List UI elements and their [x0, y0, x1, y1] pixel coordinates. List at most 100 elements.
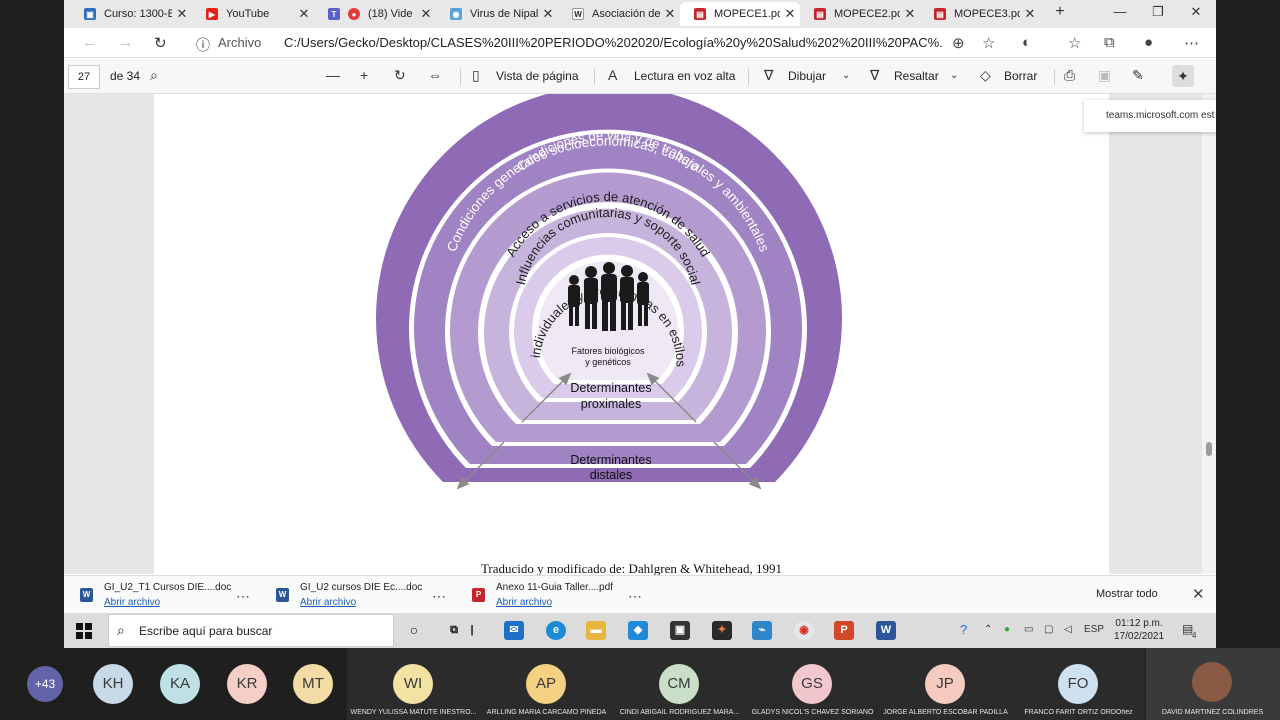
page-view-button[interactable]: Vista de página	[496, 69, 579, 83]
zoom-icon[interactable]: ⊕	[952, 34, 965, 52]
eraser-icon[interactable]: ◇	[980, 67, 991, 84]
volume-icon[interactable]: ◁	[1064, 624, 1072, 635]
window-close-button[interactable]: ✕	[1178, 4, 1214, 20]
site-info-label[interactable]: Archivo	[218, 35, 261, 50]
tab-1[interactable]: ▶ YouTube ✕	[192, 2, 314, 26]
participant-tile[interactable]: MT	[288, 648, 338, 720]
highlight-button[interactable]: Resaltar	[894, 69, 939, 83]
participant-tile[interactable]: WI WENDY YULISSA MATUTE INESTRO...	[347, 648, 480, 720]
task-view-icon[interactable]: ⧉	[444, 621, 464, 640]
download-item[interactable]: P Anexo 11-Guia Taller....pdf Abrir arch…	[472, 580, 662, 610]
edge-icon[interactable]: e	[546, 621, 566, 640]
erase-button[interactable]: Borrar	[1004, 69, 1037, 83]
rotate-icon[interactable]: ↻	[394, 67, 406, 84]
close-icon[interactable]: ✕	[538, 6, 558, 22]
favorites-icon[interactable]: ☆	[1068, 34, 1081, 52]
read-aloud-icon[interactable]: A	[608, 67, 617, 83]
tab-3[interactable]: ◉ Virus de Nipal ✕	[436, 2, 558, 26]
tab-7[interactable]: ▤ MOPECE3.pdf ✕	[920, 2, 1040, 26]
participant-tile[interactable]: CM CINDI ABIGAIL RODRIGUEZ MARA...	[613, 648, 746, 720]
open-file-link[interactable]: Abrir archivo	[104, 597, 160, 608]
scrollbar[interactable]	[1202, 94, 1216, 574]
new-tab-button[interactable]: +	[1042, 3, 1078, 21]
chevron-up-icon[interactable]: ⌃	[984, 624, 992, 635]
menu-icon[interactable]: ⋯	[1184, 34, 1199, 52]
url-input[interactable]: C:/Users/Gecko/Desktop/CLASES%20III%20PE…	[284, 35, 944, 50]
close-icon[interactable]: ✕	[1192, 585, 1205, 603]
tab-5-active[interactable]: ▤ MOPECE1.pdf ✕	[680, 2, 800, 26]
chevron-down-icon[interactable]: ⌄	[842, 70, 850, 81]
close-icon[interactable]: ✕	[780, 6, 800, 22]
scrollbar-thumb[interactable]	[1206, 442, 1212, 456]
network-icon[interactable]: ▢	[1044, 624, 1053, 635]
download-item[interactable]: W GI_U2 cursos DIE Ec....doc Abrir archi…	[276, 580, 466, 610]
clock[interactable]: 01:12 p.m. 17/02/2021	[1114, 617, 1164, 643]
chrome-icon[interactable]: ◉	[794, 621, 814, 640]
fit-page-icon[interactable]: ⇔	[428, 67, 442, 83]
read-aloud-button[interactable]: Lectura en voz alta	[634, 69, 735, 83]
zoom-in-icon[interactable]: +	[360, 67, 368, 83]
collections-icon[interactable]: ⧉	[1104, 34, 1115, 51]
more-icon[interactable]: ⋯	[432, 588, 446, 605]
highlight-icon[interactable]: ∇	[870, 67, 879, 84]
extension-icon[interactable]: ◐	[1022, 34, 1031, 51]
close-icon[interactable]: ✕	[900, 6, 920, 22]
save-as-icon[interactable]: ✎	[1132, 67, 1144, 84]
open-file-link[interactable]: Abrir archivo	[496, 597, 552, 608]
back-icon[interactable]: ←	[82, 34, 97, 51]
close-icon[interactable]: ✕	[660, 6, 680, 22]
zoom-out-icon[interactable]: —	[326, 67, 340, 83]
pdf-viewer[interactable]: Condiciones generales socioeconómicas, c…	[64, 82, 1216, 576]
download-item[interactable]: W GI_U2_T1 Cursos DIE....doc Abrir archi…	[80, 580, 270, 610]
more-icon[interactable]: ⋯	[236, 588, 250, 605]
print-icon[interactable]: ⎙	[1064, 67, 1075, 84]
store-icon[interactable]: ▣	[670, 621, 690, 640]
network-app-icon[interactable]: ⌁	[752, 621, 772, 640]
page-view-icon[interactable]: ▯	[472, 67, 480, 84]
participant-tile[interactable]: KR	[222, 648, 272, 720]
save-icon[interactable]: ▣	[1098, 67, 1111, 84]
windows-start-icon[interactable]	[76, 623, 92, 639]
tab-4[interactable]: W Asociación de ✕	[558, 2, 680, 26]
close-icon[interactable]: ✕	[172, 6, 192, 22]
close-icon[interactable]: ✕	[294, 6, 314, 22]
dropbox-icon[interactable]: ◆	[628, 621, 648, 640]
participant-tile[interactable]: JP JORGE ALBERTO ESCOBAR PADILLA	[879, 648, 1012, 720]
participant-tile[interactable]: GS GLADYS NICOL'S CHAVEZ SORIANO	[746, 648, 879, 720]
app-icon[interactable]: ✦	[712, 621, 732, 640]
tab-2[interactable]: T ● (18) Vide ✕	[314, 2, 436, 26]
info-icon[interactable]: ⓘ	[196, 35, 210, 55]
word-icon[interactable]: W	[876, 621, 896, 640]
language-indicator[interactable]: ESP	[1084, 624, 1104, 635]
tab-0[interactable]: ▣ Curso: 1300-E ✕	[70, 2, 192, 26]
more-icon[interactable]: ⋯	[628, 588, 642, 605]
draw-icon[interactable]: ∇	[764, 67, 773, 84]
maximize-button[interactable]: ❐	[1140, 4, 1176, 20]
taskbar-search-input[interactable]: ⌕ Escribe aquí para buscar	[108, 614, 394, 647]
participant-tile-self[interactable]: DAVID MARTINEZ COLINDRES	[1146, 648, 1280, 720]
reload-icon[interactable]: ↻	[154, 34, 167, 52]
mail-icon[interactable]: ✉	[504, 621, 524, 640]
close-icon[interactable]: ✕	[416, 6, 436, 22]
participant-tile[interactable]: KH	[88, 648, 138, 720]
file-explorer-icon[interactable]: ▬	[586, 621, 606, 640]
participant-tile[interactable]: AP ARLLING MARIA CARCAMO PINEDA	[480, 648, 613, 720]
cortana-icon[interactable]: ○	[404, 621, 424, 640]
help-icon[interactable]: ?	[960, 622, 967, 637]
search-icon[interactable]: ⌕	[150, 67, 158, 84]
powerpoint-icon[interactable]: P	[834, 621, 854, 640]
participant-overflow[interactable]: +43	[0, 648, 80, 720]
profile-icon[interactable]: ●	[1144, 34, 1153, 51]
pin-icon[interactable]: ✦	[1172, 65, 1194, 87]
tray-app-icon[interactable]: ●	[1004, 624, 1010, 635]
forward-icon[interactable]: →	[118, 34, 133, 51]
open-file-link[interactable]: Abrir archivo	[300, 597, 356, 608]
battery-icon[interactable]: ▭	[1024, 624, 1033, 635]
minimize-button[interactable]: —	[1102, 4, 1138, 19]
participant-tile[interactable]: FO FRANCO FARIT ORTIZ ORDOñez	[1012, 648, 1145, 720]
chevron-down-icon[interactable]: ⌄	[950, 70, 958, 81]
close-icon[interactable]: ✕	[1020, 6, 1040, 22]
favorite-icon[interactable]: ☆	[982, 34, 995, 52]
participant-tile[interactable]: KA	[155, 648, 205, 720]
show-all-button[interactable]: Mostrar todo	[1096, 588, 1158, 600]
